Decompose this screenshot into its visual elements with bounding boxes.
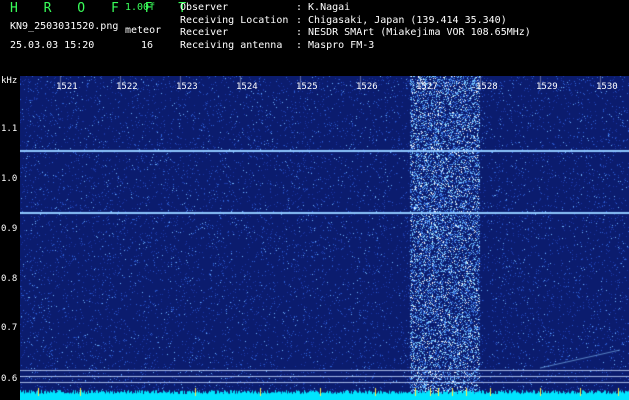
meteor-count: 16	[141, 40, 154, 51]
freq-label: 1.0	[1, 174, 18, 184]
freq-label: 0.7	[1, 323, 18, 333]
meteor-label: meteor	[125, 25, 162, 36]
meta-antenna: Receiving antenna: Maspro FM-3	[180, 39, 375, 51]
frequency-unit: kHz	[1, 76, 18, 86]
spectrogram-canvas	[20, 76, 629, 400]
date-time: 25.03.03 15:20	[10, 40, 95, 51]
time-label: 1527	[416, 82, 438, 92]
meta-receiver: Receiver: NESDR SMArt (Miakejima VOR 108…	[180, 27, 531, 38]
app-version: 1.00f	[125, 2, 156, 13]
time-label: 1526	[356, 82, 378, 92]
time-label: 1521	[56, 82, 78, 92]
freq-label: 1.1	[1, 124, 18, 134]
time-label: 1523	[176, 82, 198, 92]
observation-info: Observer: K.Nagai Receiving Location: Ch…	[180, 2, 531, 52]
time-label: 1529	[536, 82, 558, 92]
time-label: 1530	[596, 82, 618, 92]
spectrogram-plot	[20, 76, 629, 400]
header: H R O F F T 1.00f KN9_2503031520.png met…	[0, 0, 629, 76]
freq-label: 0.6	[1, 374, 18, 384]
file-name: KN9_2503031520.png	[10, 21, 119, 32]
time-label: 1525	[296, 82, 318, 92]
meta-location: Receiving Location: Chigasaki, Japan (13…	[180, 14, 507, 26]
freq-label: 0.9	[1, 224, 18, 234]
time-label: 1524	[236, 82, 258, 92]
time-label: 1528	[476, 82, 498, 92]
time-label: 1522	[116, 82, 138, 92]
freq-label: 0.8	[1, 274, 18, 284]
app-brand: H R O F F T	[10, 1, 196, 16]
meta-observer: Observer: K.Nagai	[180, 2, 351, 13]
